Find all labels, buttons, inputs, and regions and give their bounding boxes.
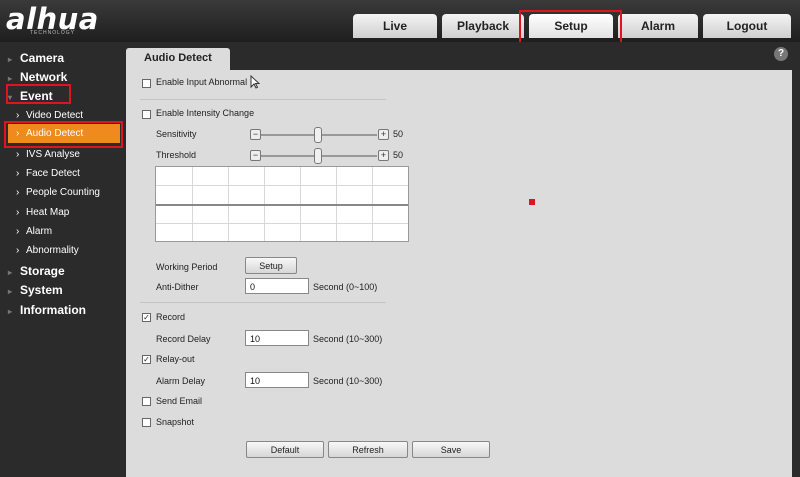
threshold-slider-knob[interactable] bbox=[314, 148, 322, 164]
page-tab-audio-detect[interactable]: Audio Detect bbox=[126, 48, 230, 70]
sidebar-item-face-detect[interactable]: › Face Detect bbox=[16, 168, 80, 179]
tab-logout[interactable]: Logout bbox=[703, 14, 791, 38]
record-delay-label: Record Delay bbox=[156, 334, 211, 344]
record-delay-unit: Second (10~300) bbox=[313, 334, 383, 344]
sidebar-item-heat-map[interactable]: › Heat Map bbox=[16, 207, 69, 218]
snapshot-checkbox[interactable] bbox=[142, 418, 151, 427]
enable-input-abnormal-checkbox[interactable] bbox=[142, 79, 151, 88]
chevron-right-icon: ▸ bbox=[8, 55, 13, 64]
chevron-icon: › bbox=[16, 149, 20, 160]
threshold-label: Threshold bbox=[156, 150, 197, 160]
record-delay-input[interactable]: 10 bbox=[245, 330, 309, 346]
divider bbox=[140, 99, 386, 100]
threshold-decrease-button[interactable]: − bbox=[250, 150, 261, 161]
chevron-right-icon: ▸ bbox=[8, 268, 13, 277]
chevron-icon: › bbox=[16, 187, 20, 198]
mouse-cursor-icon bbox=[250, 75, 260, 89]
chevron-icon: › bbox=[16, 226, 20, 237]
threshold-increase-button[interactable]: + bbox=[378, 150, 389, 161]
send-email-checkbox[interactable] bbox=[142, 397, 151, 406]
refresh-button[interactable]: Refresh bbox=[328, 441, 408, 458]
working-period-setup-button[interactable]: Setup bbox=[245, 257, 297, 274]
alarm-delay-unit: Second (10~300) bbox=[313, 376, 383, 386]
enable-input-abnormal-label: Enable Input Abnormal bbox=[156, 77, 248, 87]
threshold-value: 50 bbox=[393, 150, 404, 160]
enable-intensity-change-checkbox[interactable] bbox=[142, 110, 151, 119]
save-button[interactable]: Save bbox=[412, 441, 490, 458]
anti-dither-unit: Second (0~100) bbox=[313, 282, 378, 292]
chevron-right-icon: ▸ bbox=[8, 74, 13, 83]
graph-threshold-line bbox=[156, 204, 408, 206]
tab-alarm[interactable]: Alarm bbox=[618, 14, 698, 38]
top-bar: alhua TECHNOLOGY Live Playback Setup Ala… bbox=[0, 0, 800, 42]
snapshot-label: Snapshot bbox=[156, 417, 195, 427]
event-highlight bbox=[6, 84, 71, 104]
chevron-icon: › bbox=[16, 110, 20, 121]
sidebar-item-network[interactable]: ▸ Network bbox=[8, 70, 67, 84]
settings-panel bbox=[126, 70, 792, 477]
divider bbox=[140, 302, 386, 303]
sidebar-item-video-detect[interactable]: › Video Detect bbox=[16, 110, 83, 121]
sidebar-item-storage[interactable]: ▸ Storage bbox=[8, 264, 65, 278]
anti-dither-label: Anti-Dither bbox=[156, 282, 199, 292]
default-button[interactable]: Default bbox=[246, 441, 324, 458]
enable-intensity-change-label: Enable Intensity Change bbox=[156, 108, 255, 118]
alarm-delay-input[interactable]: 10 bbox=[245, 372, 309, 388]
chevron-icon: › bbox=[16, 245, 20, 256]
sidebar-item-abnormality[interactable]: › Abnormality bbox=[16, 245, 79, 256]
sensitivity-label: Sensitivity bbox=[156, 129, 197, 139]
sidebar-item-system[interactable]: ▸ System bbox=[8, 283, 63, 297]
record-label: Record bbox=[156, 312, 186, 322]
sidebar-item-alarm[interactable]: › Alarm bbox=[16, 226, 52, 237]
logo-subtitle: TECHNOLOGY bbox=[30, 30, 76, 36]
sidebar bbox=[0, 42, 126, 477]
tab-live[interactable]: Live bbox=[353, 14, 437, 38]
record-checkbox[interactable]: ✓ bbox=[142, 313, 151, 322]
sensitivity-slider-knob[interactable] bbox=[314, 127, 322, 143]
sidebar-item-information[interactable]: ▸ Information bbox=[8, 303, 86, 317]
working-period-label: Working Period bbox=[156, 262, 218, 272]
sensitivity-value: 50 bbox=[393, 129, 404, 139]
send-email-label: Send Email bbox=[156, 396, 203, 406]
sidebar-item-camera[interactable]: ▸ Camera bbox=[8, 51, 64, 65]
graph-gridline bbox=[156, 185, 408, 186]
sensitivity-decrease-button[interactable]: − bbox=[250, 129, 261, 140]
sidebar-item-people-counting[interactable]: › People Counting bbox=[16, 187, 100, 198]
alarm-delay-label: Alarm Delay bbox=[156, 376, 206, 386]
audio-intensity-graph bbox=[155, 166, 409, 242]
audio-detect-highlight bbox=[4, 121, 123, 148]
chevron-right-icon: ▸ bbox=[8, 287, 13, 296]
relay-out-checkbox[interactable]: ✓ bbox=[142, 355, 151, 364]
anti-dither-input[interactable]: 0 bbox=[245, 278, 309, 294]
sensitivity-increase-button[interactable]: + bbox=[378, 129, 389, 140]
chevron-icon: › bbox=[16, 168, 20, 179]
tab-playback[interactable]: Playback bbox=[442, 14, 524, 38]
relay-out-label: Relay-out bbox=[156, 354, 195, 364]
chevron-right-icon: ▸ bbox=[8, 307, 13, 316]
annotation-marker bbox=[529, 199, 535, 205]
graph-gridline bbox=[156, 223, 408, 224]
help-icon[interactable]: ? bbox=[774, 47, 788, 61]
sidebar-item-ivs-analyse[interactable]: › IVS Analyse bbox=[16, 149, 80, 160]
chevron-icon: › bbox=[16, 207, 20, 218]
